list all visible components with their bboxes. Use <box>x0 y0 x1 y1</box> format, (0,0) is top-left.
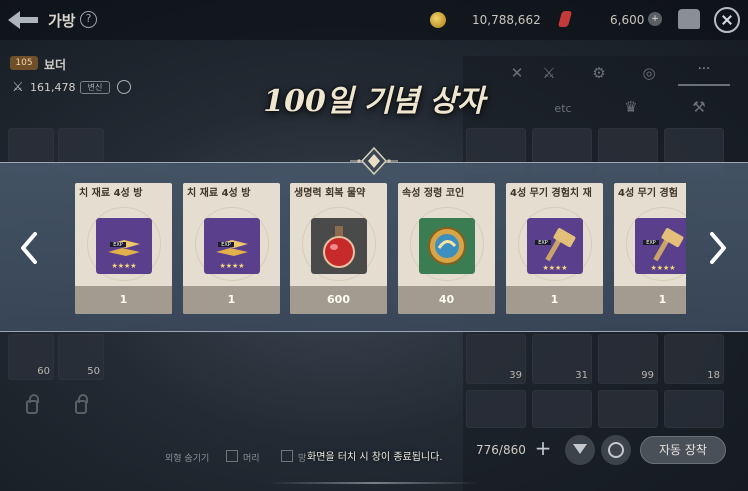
chevron-right-icon[interactable] <box>707 230 729 266</box>
svg-text:★★★★: ★★★★ <box>650 264 675 272</box>
hide-appearance-label: 외형 숨기기 <box>165 454 210 464</box>
ornament-icon <box>350 146 398 176</box>
inventory-slot[interactable]: 31 <box>532 334 592 384</box>
lock-icon <box>75 394 88 414</box>
reward-card[interactable]: 4성 무기 경험 EXP ★★★★ 1 <box>614 183 686 314</box>
reward-quantity: 1 <box>75 286 172 314</box>
exp-gold-bars-icon: EXP ★★★★ <box>204 218 260 274</box>
auto-equip-button[interactable]: 자동 장착 <box>640 436 726 464</box>
svg-text:EXP: EXP <box>646 240 656 246</box>
page-title: 가방 <box>48 12 76 30</box>
inventory-slot[interactable] <box>598 390 658 428</box>
chevron-left-icon[interactable] <box>18 230 40 266</box>
inventory-slot[interactable] <box>664 390 724 428</box>
level-badge: 105 <box>10 56 38 70</box>
svg-text:EXP: EXP <box>221 242 231 248</box>
inventory-slot[interactable] <box>466 390 526 428</box>
close-icon[interactable] <box>714 7 740 33</box>
character-name: 뵤더 <box>44 58 67 72</box>
hide-hat-checkbox[interactable] <box>281 450 293 462</box>
reward-card[interactable]: 4성 무기 경험치 재 EXP ★★★★ 1 <box>506 183 603 314</box>
gem-amount: 6,600 <box>610 13 645 27</box>
svg-text:★★★★: ★★★★ <box>111 262 136 270</box>
red-potion-icon <box>311 218 367 274</box>
svg-text:★★★★: ★★★★ <box>542 264 567 272</box>
reward-card[interactable]: 치 재료 4성 방 EXP ★★★★ 1 <box>75 183 172 314</box>
chest-icon[interactable] <box>678 9 700 29</box>
reward-name: 4성 무기 경험치 재 <box>510 188 592 199</box>
reward-name: 생명력 회복 물약 <box>294 188 366 199</box>
inventory-slot[interactable]: 18 <box>664 334 724 384</box>
dismiss-hint: 화면을 터치 시 창이 종료됩니다. <box>307 452 443 463</box>
reward-name: 치 재료 4성 방 <box>79 188 143 199</box>
divider <box>268 482 480 484</box>
reward-card[interactable]: 속성 정령 코인 40 <box>398 183 495 314</box>
spirit-coin-icon <box>419 218 475 274</box>
inventory-count: 776/860 <box>476 443 526 457</box>
inventory-slot[interactable]: 99 <box>598 334 658 384</box>
reward-quantity: 1 <box>183 286 280 314</box>
filter-button[interactable] <box>565 435 595 465</box>
gold-amount: 10,788,662 <box>472 13 541 27</box>
reward-quantity: 40 <box>398 286 495 314</box>
sort-button[interactable] <box>601 435 631 465</box>
svg-text:★★★★: ★★★★ <box>219 262 244 270</box>
reward-quantity: 600 <box>290 286 387 314</box>
hair-label: 머리 <box>243 454 260 464</box>
hide-hair-checkbox[interactable] <box>226 450 238 462</box>
popup-title: 100일 기념 상자 <box>263 84 485 119</box>
exp-hammer-icon: EXP ★★★★ <box>635 218 686 274</box>
lock-icon <box>26 394 39 414</box>
reward-name: 4성 무기 경험 <box>618 188 678 199</box>
reward-card[interactable]: 치 재료 4성 방 EXP ★★★★ 1 <box>183 183 280 314</box>
reward-card-strip: 치 재료 4성 방 EXP ★★★★ 1 치 재료 4성 방 EXP ★★★★ … <box>62 183 686 314</box>
help-icon[interactable]: ? <box>80 11 97 28</box>
reward-name: 속성 정령 코인 <box>402 188 465 199</box>
gold-coin-icon <box>430 12 446 28</box>
exp-hammer-icon: EXP ★★★★ <box>527 218 583 274</box>
hat-label: 망 <box>298 454 307 464</box>
equip-slot[interactable]: 50 <box>58 334 104 380</box>
gem-add-button[interactable]: + <box>648 12 662 26</box>
reward-quantity: 1 <box>506 286 603 314</box>
svg-text:EXP: EXP <box>113 242 123 248</box>
exp-gold-bars-icon: EXP ★★★★ <box>96 218 152 274</box>
reward-quantity: 1 <box>614 286 686 314</box>
reward-card[interactable]: 생명력 회복 물약 600 <box>290 183 387 314</box>
inventory-slot[interactable]: 39 <box>466 334 526 384</box>
equip-slot[interactable]: 60 <box>8 334 54 380</box>
expand-inventory-button[interactable]: + <box>532 438 554 460</box>
inventory-slot[interactable] <box>532 390 592 428</box>
back-icon[interactable] <box>6 8 40 32</box>
svg-text:EXP: EXP <box>538 240 548 246</box>
reward-name: 치 재료 4성 방 <box>187 188 251 199</box>
